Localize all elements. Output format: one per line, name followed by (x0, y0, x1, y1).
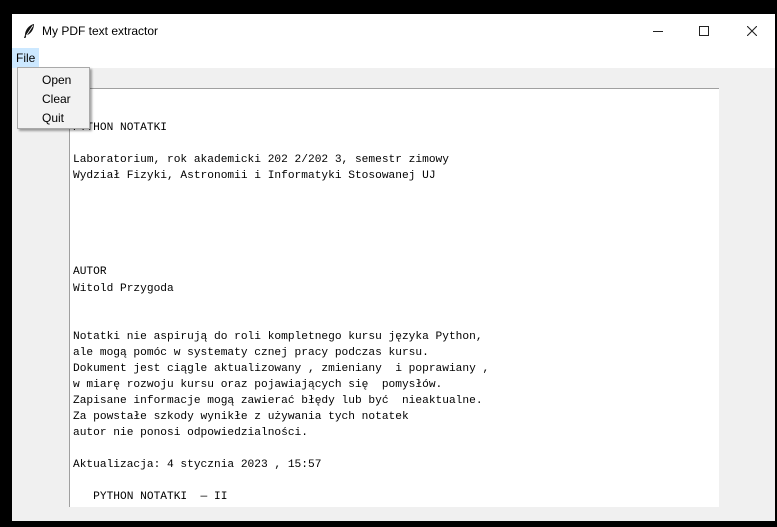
text-line: Aktualizacja: 4 stycznia 2023 , 15:57 (73, 459, 322, 471)
text-line: Laboratorium, rok akademicki 202 2/202 3… (73, 154, 449, 166)
app-window: My PDF text extractor File PYTHON NOTATK… (12, 14, 775, 521)
menu-item-clear[interactable]: Clear (42, 92, 71, 106)
text-line: AUTOR (73, 266, 107, 278)
text-area[interactable]: PYTHON NOTATKI Laboratorium, rok akademi… (69, 88, 719, 507)
menu-item-quit[interactable]: Quit (42, 111, 64, 125)
text-line: Za powstałe szkody wynikłe z używania ty… (73, 411, 409, 423)
maximize-icon (699, 26, 709, 36)
text-line: autor nie ponosi odpowiedzialności. (73, 427, 308, 439)
text-line: Zapisane informacje mogą zawierać błędy … (73, 395, 483, 407)
minimize-button[interactable] (635, 14, 681, 48)
window-title: My PDF text extractor (42, 24, 159, 38)
minimize-icon (653, 31, 663, 32)
menu-file[interactable]: File (12, 48, 40, 68)
file-menu-dropdown: Open Clear Quit (17, 67, 90, 129)
text-line: Notatki nie aspirują do roli kompletnego… (73, 331, 483, 343)
text-line: PYTHON NOTATKI — II (73, 491, 228, 503)
text-line: Witold Przygoda (73, 283, 174, 295)
menu-item-open[interactable]: Open (42, 73, 71, 87)
close-icon (747, 26, 757, 36)
text-line: ale mogą pomóc w systematy cznej pracy p… (73, 347, 429, 359)
feather-icon (24, 24, 34, 38)
text-line: w miarę rozwoju kursu oraz pojawiających… (73, 379, 443, 391)
title-bar[interactable]: My PDF text extractor (12, 14, 775, 48)
text-line: Dokument jest ciągle aktualizowany , zmi… (73, 363, 490, 375)
menu-bar: File (12, 48, 775, 68)
text-line: Wydział Fizyki, Astronomii i Informatyki… (73, 170, 436, 182)
maximize-button[interactable] (681, 14, 727, 48)
close-button[interactable] (729, 14, 775, 48)
